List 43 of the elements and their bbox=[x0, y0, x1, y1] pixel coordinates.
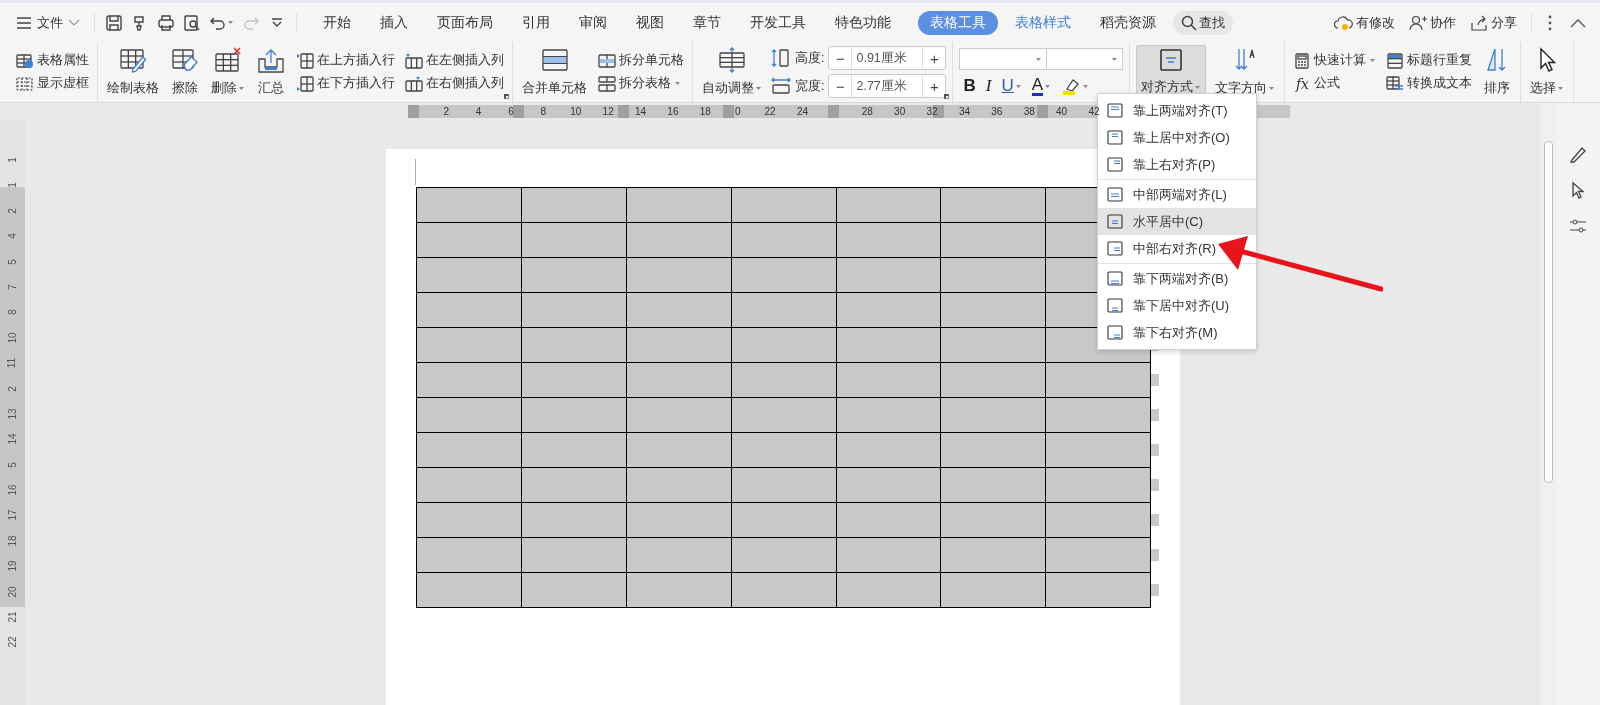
ruler-number: 4 bbox=[6, 233, 19, 239]
ruler-number: 2 bbox=[6, 385, 19, 392]
ruler-number: 19 bbox=[6, 560, 19, 572]
ruler-number: 16 bbox=[667, 106, 679, 117]
ruler-number: 14 bbox=[6, 433, 19, 445]
ruler-number: 18 bbox=[6, 535, 19, 547]
ruler-number: 42 bbox=[1088, 106, 1100, 117]
ruler-number: 20 bbox=[6, 586, 19, 598]
ruler-number: 10 bbox=[570, 106, 582, 117]
ruler-number: 1 bbox=[6, 157, 19, 163]
formula-icon: fx bbox=[1293, 75, 1312, 92]
ruler-number: 2 bbox=[443, 106, 449, 117]
ruler-number: 8 bbox=[6, 309, 19, 316]
ruler-number: 40 bbox=[1056, 106, 1068, 117]
field-label: 高度: bbox=[795, 49, 825, 67]
ruler-number: 12 bbox=[602, 106, 614, 117]
ruler-number: 5 bbox=[6, 258, 19, 265]
ruler-number: 7 bbox=[6, 284, 19, 290]
ruler-number: 8 bbox=[540, 106, 547, 117]
ruler-number: 11 bbox=[6, 357, 19, 369]
ruler-number: 16 bbox=[6, 484, 19, 496]
ruler-number: 28 bbox=[861, 106, 873, 117]
ruler-number: 36 bbox=[991, 106, 1003, 117]
ruler-number: 1 bbox=[6, 182, 19, 189]
ruler-number: 38 bbox=[1023, 106, 1035, 117]
ruler-number: 22 bbox=[764, 106, 776, 117]
ruler-number: 21 bbox=[6, 611, 19, 623]
ruler-number: 24 bbox=[796, 106, 809, 117]
field-label: 宽度: bbox=[795, 77, 825, 95]
ruler-number: 14 bbox=[634, 106, 647, 117]
ruler-number: 32 bbox=[926, 106, 938, 117]
ruler-number: 6 bbox=[508, 106, 514, 117]
ruler-number: 17 bbox=[6, 509, 19, 522]
ruler-number: 2 bbox=[6, 208, 19, 214]
ruler-number: 22 bbox=[6, 636, 19, 648]
ruler-number: 0 bbox=[734, 106, 741, 117]
ruler-number: 10 bbox=[6, 332, 19, 344]
ruler-number: 4 bbox=[475, 106, 482, 117]
ruler-number: 34 bbox=[958, 106, 970, 117]
ruler-number: 5 bbox=[6, 461, 19, 468]
ruler-number: 13 bbox=[6, 408, 19, 420]
ruler-number: 18 bbox=[699, 106, 711, 117]
ruler-number: 30 bbox=[894, 106, 906, 117]
